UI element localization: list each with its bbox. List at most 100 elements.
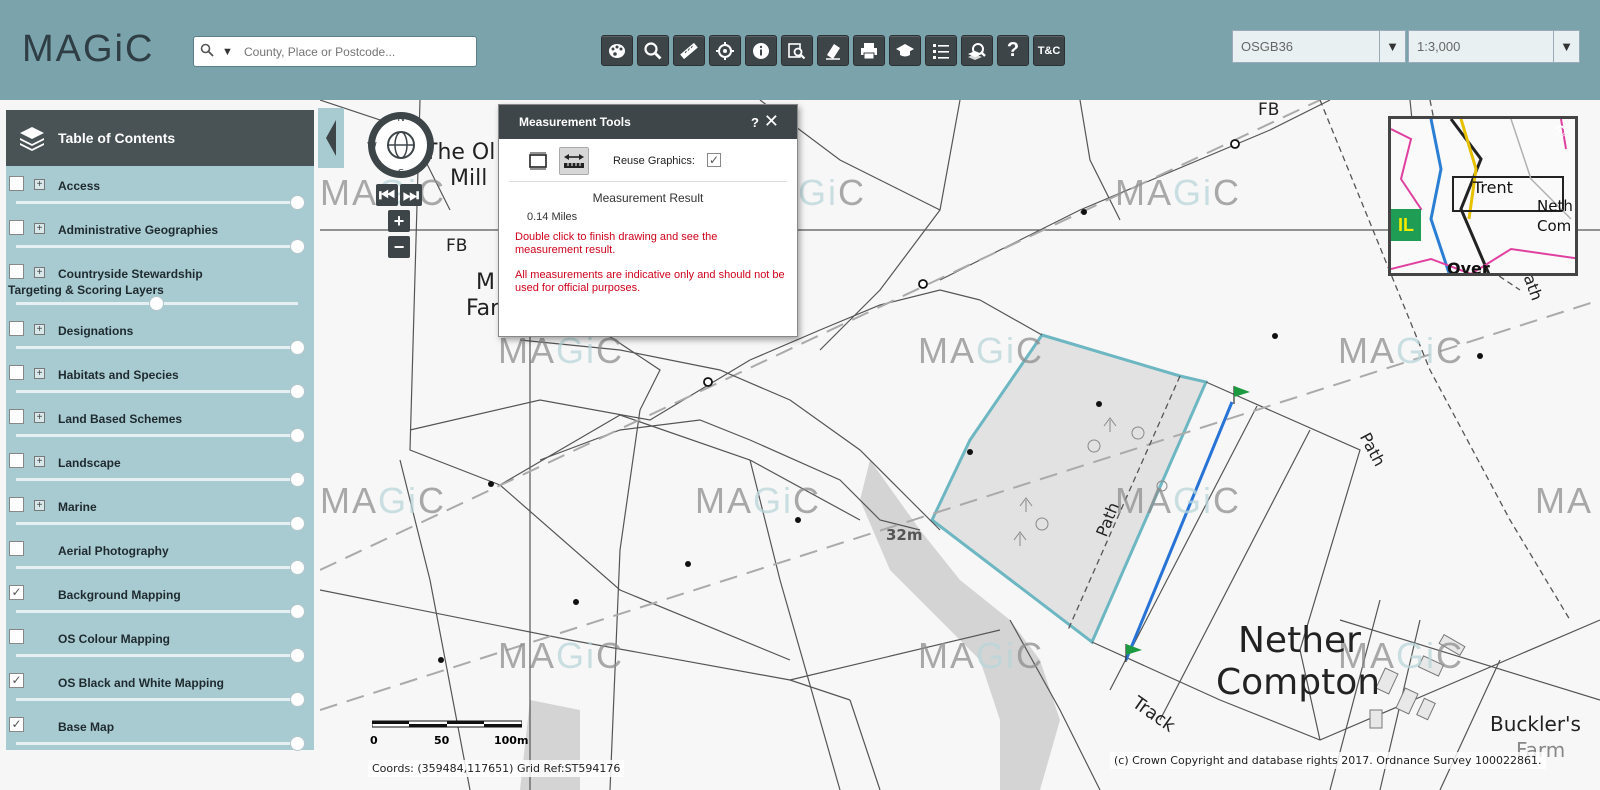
layer-opacity-slider[interactable] — [16, 560, 305, 575]
measure-area-tool-button[interactable] — [523, 147, 553, 175]
layer-checkbox[interactable]: ✓ — [9, 585, 24, 600]
layer-label: Land Based Schemes — [58, 412, 183, 426]
slider-handle[interactable] — [290, 340, 305, 355]
layer-opacity-slider[interactable] — [16, 604, 305, 619]
expand-plus-icon[interactable]: + — [34, 456, 45, 467]
locate-crosshair-icon[interactable] — [709, 35, 741, 66]
layer-opacity-slider[interactable] — [16, 340, 305, 355]
expand-plus-icon[interactable]: + — [34, 412, 45, 423]
overview-map[interactable]: IL Trent Neth Com Over 👁 — [1388, 116, 1578, 276]
magic-watermark: MAGiC — [918, 635, 1044, 676]
svg-text:E: E — [427, 141, 433, 152]
toc-layer-item[interactable]: Aerial Photography — [6, 531, 314, 575]
scale-select[interactable]: 1:3,000 ▼ — [1408, 30, 1580, 63]
find-features-icon[interactable] — [781, 35, 813, 66]
terms-and-conditions-button[interactable]: T&C — [1033, 35, 1065, 66]
expand-plus-icon[interactable]: + — [34, 179, 45, 190]
toc-layer-item[interactable]: OS Colour Mapping — [6, 619, 314, 663]
legend-list-icon[interactable] — [925, 35, 957, 66]
expand-plus-icon[interactable]: + — [34, 223, 45, 234]
toc-layer-item[interactable]: + Land Based Schemes — [6, 399, 314, 443]
toggle-overview-eye-icon[interactable]: 👁 — [1551, 123, 1569, 140]
slider-handle[interactable] — [290, 384, 305, 399]
layer-checkbox[interactable] — [9, 541, 24, 556]
measurement-help-button[interactable]: ? — [751, 115, 759, 130]
layer-checkbox[interactable] — [9, 365, 24, 380]
slider-handle[interactable] — [290, 516, 305, 531]
layer-checkbox[interactable] — [9, 409, 24, 424]
toc-layer-item[interactable]: + Access — [6, 166, 314, 210]
chevron-down-icon[interactable]: ▼ — [1379, 31, 1405, 62]
layer-checkbox[interactable] — [9, 453, 24, 468]
search-type-dropdown-icon[interactable]: ▼ — [222, 46, 236, 58]
slider-handle[interactable] — [290, 195, 305, 210]
layer-checkbox[interactable] — [9, 176, 24, 191]
reuse-graphics-checkbox[interactable]: ✓ — [707, 153, 721, 167]
slider-handle[interactable] — [290, 560, 305, 575]
measure-distance-tool-button[interactable] — [559, 147, 589, 175]
expand-plus-icon[interactable]: + — [34, 368, 45, 379]
previous-extent-button[interactable]: ⏮ — [376, 184, 398, 206]
magic-logo[interactable]: MAGiC — [22, 28, 154, 71]
layer-opacity-slider[interactable] — [16, 195, 305, 210]
zoom-out-button[interactable]: − — [388, 236, 410, 258]
toc-layer-item[interactable]: + Landscape — [6, 443, 314, 487]
search-input[interactable] — [242, 43, 472, 60]
layer-opacity-slider[interactable] — [16, 516, 305, 531]
layer-opacity-slider[interactable] — [16, 296, 298, 311]
toc-layer-item[interactable]: + Designations — [6, 311, 314, 355]
slider-handle[interactable] — [290, 239, 305, 254]
toc-layer-item[interactable]: ✓ OS Black and White Mapping — [6, 663, 314, 707]
layer-opacity-slider[interactable] — [16, 736, 305, 751]
layer-opacity-slider[interactable] — [16, 384, 305, 399]
slider-handle[interactable] — [149, 296, 164, 311]
layer-checkbox[interactable]: ✓ — [9, 673, 24, 688]
slider-handle[interactable] — [290, 604, 305, 619]
next-extent-button[interactable]: ⏭ — [400, 184, 422, 206]
search-map-icon[interactable] — [637, 35, 669, 66]
close-button[interactable]: ✕ — [764, 111, 779, 132]
scale-value: 1:3,000 — [1417, 39, 1461, 54]
chevron-left-icon — [326, 120, 336, 156]
toc-layer-item[interactable]: ✓ Background Mapping — [6, 575, 314, 619]
slider-handle[interactable] — [290, 648, 305, 663]
layer-checkbox[interactable] — [9, 321, 24, 336]
expand-plus-icon[interactable]: + — [34, 324, 45, 335]
table-of-contents: Table of Contents + Access + Administrative… — [6, 110, 314, 751]
query-layers-icon[interactable] — [961, 35, 993, 66]
layer-opacity-slider[interactable] — [16, 692, 305, 707]
layer-checkbox[interactable] — [9, 220, 24, 235]
search-icon[interactable] — [200, 43, 222, 60]
layer-checkbox[interactable] — [9, 497, 24, 512]
measure-ruler-icon[interactable] — [673, 35, 705, 66]
compass-icon[interactable]: N S W E — [366, 110, 436, 180]
toc-layer-item[interactable]: + Administrative Geographies — [6, 210, 314, 254]
toc-layer-item[interactable]: + Marine — [6, 487, 314, 531]
collapse-toc-button[interactable] — [318, 108, 344, 168]
layer-opacity-slider[interactable] — [16, 472, 305, 487]
identify-info-icon[interactable] — [745, 35, 777, 66]
reuse-graphics-label: Reuse Graphics: — [613, 155, 695, 167]
toc-layer-item[interactable]: ✓ Base Map — [6, 707, 314, 751]
layer-opacity-slider[interactable] — [16, 648, 305, 663]
training-mortarboard-icon[interactable] — [889, 35, 921, 66]
slider-handle[interactable] — [290, 472, 305, 487]
projection-select[interactable]: OSGB36 ▼ — [1232, 30, 1406, 63]
zoom-in-button[interactable]: + — [388, 210, 410, 232]
layer-label: Access — [58, 179, 101, 193]
eraser-icon[interactable] — [817, 35, 849, 66]
print-icon[interactable] — [853, 35, 885, 66]
toc-layer-item[interactable]: + Habitats and Species — [6, 355, 314, 399]
slider-handle[interactable] — [290, 692, 305, 707]
layer-checkbox[interactable]: ✓ — [9, 717, 24, 732]
layer-opacity-slider[interactable] — [16, 428, 305, 443]
chevron-down-icon[interactable]: ▼ — [1553, 31, 1579, 62]
map-tools-palette-icon[interactable] — [601, 35, 633, 66]
help-question-icon[interactable]: ? — [997, 35, 1029, 66]
slider-handle[interactable] — [290, 428, 305, 443]
slider-handle[interactable] — [290, 736, 305, 751]
toc-layer-item[interactable]: + Countryside Stewardship Targeting & Sco… — [6, 254, 314, 311]
expand-plus-icon[interactable]: + — [34, 500, 45, 511]
layer-opacity-slider[interactable] — [16, 239, 305, 254]
layer-checkbox[interactable] — [9, 629, 24, 644]
